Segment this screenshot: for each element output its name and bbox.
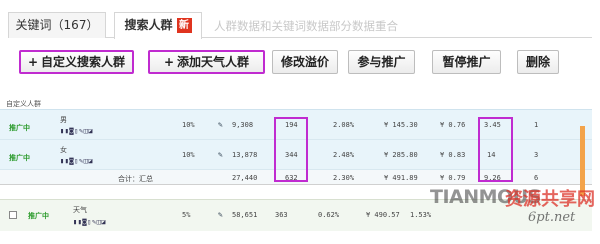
row-action-icons[interactable]: ▮▮◙▯✎◫◪ bbox=[60, 157, 93, 165]
col-f-total: 6 bbox=[534, 174, 539, 182]
impressions-value: 9,308 bbox=[232, 121, 254, 129]
premium-value: 5% bbox=[182, 211, 191, 219]
ctr-value: 2.08% bbox=[333, 121, 355, 129]
delete-button[interactable]: 删除 bbox=[517, 50, 559, 74]
premium-value: 10% bbox=[182, 121, 195, 129]
ctr-total: 2.30% bbox=[333, 174, 355, 182]
status-badge: 推广中 bbox=[9, 124, 30, 132]
plus-icon: + bbox=[27, 55, 39, 69]
col-e-highlight-box bbox=[478, 117, 513, 182]
cpc-value: ¥ 0.83 bbox=[440, 151, 466, 159]
custom-search-crowd-label: 自定义搜索人群 bbox=[41, 55, 126, 69]
cost-total: ¥ 491.89 bbox=[384, 174, 418, 182]
ctr-value: 2.48% bbox=[333, 151, 355, 159]
impressions-total: 27,440 bbox=[232, 174, 258, 182]
crowd-name: 女 bbox=[60, 146, 67, 154]
col-f-value: 3 bbox=[534, 151, 539, 159]
cost-value: ¥ 285.80 bbox=[384, 151, 418, 159]
tab-note: 人群数据和关键词数据部分数据重合 bbox=[214, 19, 398, 33]
add-weather-crowd-label: 添加天气人群 bbox=[177, 55, 250, 69]
edit-icon[interactable]: ✎ bbox=[218, 210, 223, 219]
cost-value: ¥ 490.57 bbox=[366, 211, 400, 219]
new-badge: 新 bbox=[176, 18, 192, 33]
ctr-value: 0.62% bbox=[318, 211, 340, 219]
cpc-total: ¥ 0.79 bbox=[440, 174, 466, 182]
col-f-value: 1 bbox=[534, 121, 539, 129]
watermark-cn: 资源共享网 bbox=[505, 189, 595, 210]
section-label: 自定义人群 bbox=[6, 100, 41, 108]
cost-value: ¥ 145.30 bbox=[384, 121, 418, 129]
pause-promotion-button[interactable]: 暂停推广 bbox=[432, 50, 501, 74]
summary-label: 合计：汇总 bbox=[118, 175, 153, 183]
join-promotion-button[interactable]: 参与推广 bbox=[348, 50, 415, 74]
modify-premium-button[interactable]: 修改溢价 bbox=[272, 50, 338, 74]
cpc-value: ¥ 0.76 bbox=[440, 121, 466, 129]
clicks-value: 363 bbox=[275, 211, 288, 219]
tab-search-crowd-label: 搜索人群 bbox=[124, 18, 173, 32]
impressions-value: 58,651 bbox=[232, 211, 258, 219]
clicks-highlight-box bbox=[274, 117, 308, 182]
status-badge: 推广中 bbox=[9, 154, 30, 162]
crowd-name: 天气 bbox=[73, 206, 87, 214]
crowd-name: 男 bbox=[60, 116, 67, 124]
custom-search-crowd-button[interactable]: + 自定义搜索人群 bbox=[19, 50, 134, 74]
edit-icon[interactable]: ✎ bbox=[218, 120, 223, 129]
tab-search-crowd[interactable]: 搜索人群新 bbox=[114, 12, 202, 39]
premium-value: 10% bbox=[182, 151, 195, 159]
row-action-icons[interactable]: ▮▮◙▯✎◫◪ bbox=[60, 127, 93, 135]
tab-keywords-label: 关键词（167） bbox=[15, 18, 99, 32]
status-badge: 推广中 bbox=[28, 212, 49, 220]
row-action-icons[interactable]: ▮▮◙▯✎◫◪ bbox=[73, 218, 106, 226]
cpc-value: 1.53% bbox=[410, 211, 432, 219]
add-weather-crowd-button[interactable]: + 添加天气人群 bbox=[148, 50, 265, 74]
watermark-url: 6pt.net bbox=[528, 210, 576, 225]
tab-keywords[interactable]: 关键词（167） bbox=[8, 12, 106, 38]
row-checkbox[interactable] bbox=[9, 211, 17, 219]
plus-icon: + bbox=[163, 55, 175, 69]
tab-bar: 关键词（167） 搜索人群新 人群数据和关键词数据部分数据重合 bbox=[8, 8, 592, 39]
edit-icon[interactable]: ✎ bbox=[218, 150, 223, 159]
impressions-value: 13,878 bbox=[232, 151, 258, 159]
